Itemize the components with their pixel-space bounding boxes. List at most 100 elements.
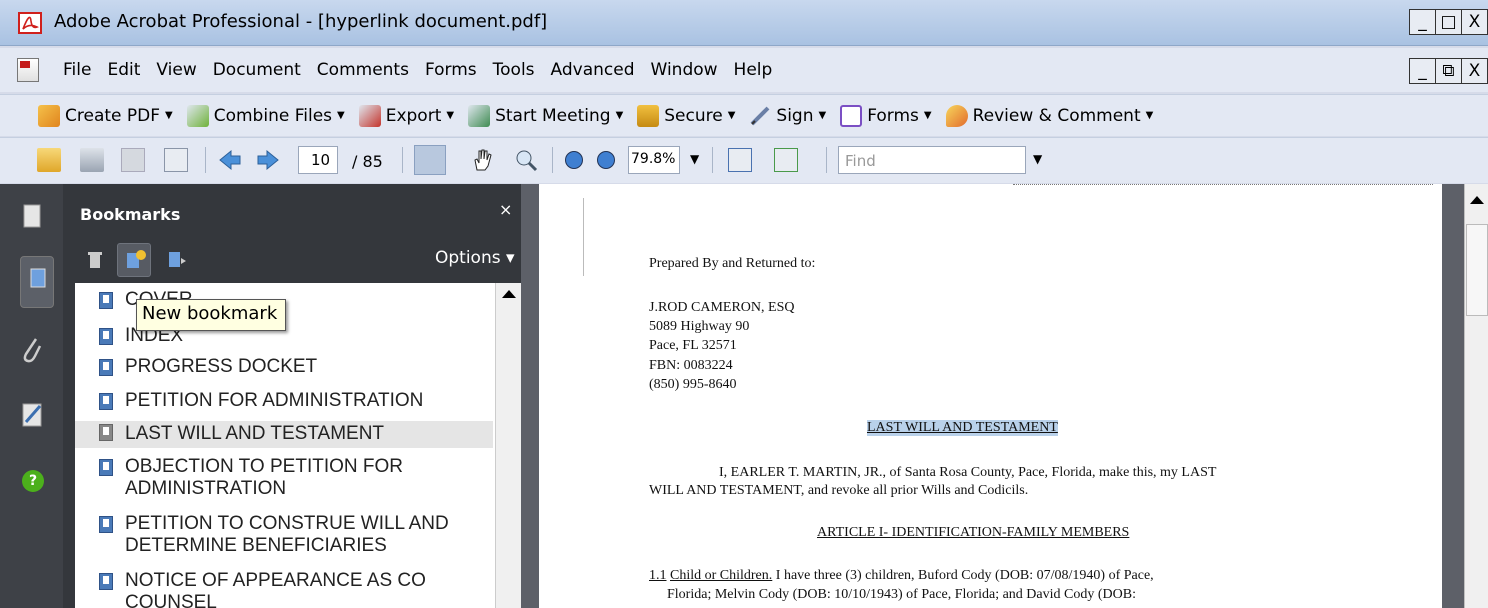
window-title: Adobe Acrobat Professional - [hyperlink … xyxy=(54,11,548,32)
delete-bookmark-icon[interactable] xyxy=(85,250,105,270)
menu-comments[interactable]: Comments xyxy=(317,60,409,80)
bookmarks-panel: Bookmarks × Options ▾ COVER INDEX PROGRE… xyxy=(63,184,521,608)
zoom-marquee-icon[interactable] xyxy=(514,148,538,172)
help-icon[interactable]: ? xyxy=(22,470,44,492)
bookmark-label: NOTICE OF APPEARANCE AS CO xyxy=(125,570,426,591)
bookmark-item[interactable]: NOTICE OF APPEARANCE AS CO COUNSEL xyxy=(75,570,493,608)
export-button[interactable]: Export ▼ xyxy=(358,104,454,127)
next-page-icon[interactable] xyxy=(256,148,280,172)
doc-restore-button[interactable]: ⧉ xyxy=(1435,58,1462,84)
main-toolbar: 10 / 85 79.8% ▼ Find ▼ xyxy=(0,137,1488,183)
bookmark-icon xyxy=(99,328,113,345)
bookmarks-rail-icon[interactable] xyxy=(20,256,54,308)
menu-edit[interactable]: Edit xyxy=(107,60,140,80)
menu-tools[interactable]: Tools xyxy=(493,60,535,80)
document-view: Prepared By and Returned to: J.ROD CAMER… xyxy=(521,184,1464,608)
bookmark-item[interactable]: PETITION FOR ADMINISTRATION xyxy=(75,390,493,412)
document-scrollbar[interactable] xyxy=(1464,184,1488,608)
tasks-toolbar: Create PDF ▼ Combine Files ▼ Export ▼ Start… xyxy=(0,94,1488,136)
menu-window[interactable]: Window xyxy=(651,60,718,80)
options-menu[interactable]: Options ▾ xyxy=(435,248,515,268)
previous-page-icon[interactable] xyxy=(218,148,242,172)
hand-tool-icon[interactable] xyxy=(470,148,494,172)
print-icon[interactable] xyxy=(80,148,104,172)
review-comment-button[interactable]: Review & Comment ▼ xyxy=(945,104,1153,127)
secure-label: Secure xyxy=(664,105,723,126)
zoom-in-icon[interactable] xyxy=(597,151,615,169)
menu-file[interactable]: File xyxy=(63,60,91,80)
scroll-up-arrow-icon[interactable] xyxy=(502,290,516,298)
scroll-up-arrow-icon[interactable] xyxy=(1470,196,1484,204)
menu-view[interactable]: View xyxy=(156,60,196,80)
attachments-icon[interactable] xyxy=(18,334,46,366)
new-bookmark-button[interactable] xyxy=(117,243,151,277)
doc-minimize-button[interactable]: _ xyxy=(1409,58,1436,84)
forms-label: Forms xyxy=(867,105,919,126)
document-icon[interactable] xyxy=(17,58,39,82)
menu-forms[interactable]: Forms xyxy=(425,60,477,80)
menu-advanced[interactable]: Advanced xyxy=(551,60,635,80)
forms-button[interactable]: Forms ▼ xyxy=(840,104,932,127)
title-bar: Adobe Acrobat Professional - [hyperlink … xyxy=(0,0,1488,46)
bookmark-item[interactable]: PROGRESS DOCKET xyxy=(75,356,493,378)
bookmark-icon xyxy=(99,424,113,441)
fit-width-icon[interactable] xyxy=(728,148,752,172)
review-comment-label: Review & Comment xyxy=(972,105,1141,126)
address-line-2: Pace, FL 32571 xyxy=(649,338,737,353)
fit-page-icon[interactable] xyxy=(774,148,798,172)
doc-close-button[interactable]: X xyxy=(1461,58,1488,84)
minimize-button[interactable]: _ xyxy=(1409,9,1436,35)
bookmark-icon xyxy=(99,393,113,410)
section-number: 1.1 xyxy=(649,568,667,583)
document-heading: LAST WILL AND TESTAMENT xyxy=(867,420,1058,436)
find-dropdown-icon[interactable]: ▼ xyxy=(1033,152,1042,180)
bookmark-label: PETITION FOR ADMINISTRATION xyxy=(125,390,424,411)
zoom-level-input[interactable]: 79.8% xyxy=(628,146,680,174)
bookmark-item[interactable]: OBJECTION TO PETITION FOR ADMINISTRATION xyxy=(75,456,493,500)
open-folder-icon[interactable] xyxy=(37,148,61,172)
sign-button[interactable]: Sign ▼ xyxy=(749,105,826,127)
acrobat-logo-icon xyxy=(18,12,42,34)
bookmark-icon xyxy=(99,292,113,309)
paragraph-line: WILL AND TESTAMENT, and revoke all prior… xyxy=(649,483,1029,498)
create-pdf-button[interactable]: Create PDF ▼ xyxy=(38,104,173,127)
start-meeting-button[interactable]: Start Meeting ▼ xyxy=(468,104,623,127)
secure-button[interactable]: Secure ▼ xyxy=(637,104,735,127)
select-tool-icon[interactable] xyxy=(414,145,446,175)
navigation-rail: ? xyxy=(0,184,63,608)
article-heading: ARTICLE I- IDENTIFICATION-FAMILY MEMBERS xyxy=(817,525,1130,540)
page-number-input[interactable]: 10 xyxy=(298,146,338,174)
fbn-text: FBN: 0083224 xyxy=(649,358,733,373)
signatures-icon[interactable] xyxy=(18,398,46,430)
find-input[interactable]: Find xyxy=(838,146,1026,174)
section-title: Child or Children. xyxy=(670,568,773,583)
zoom-dropdown-icon[interactable]: ▼ xyxy=(690,152,699,180)
expand-bookmark-icon[interactable] xyxy=(167,250,187,270)
pdf-page: Prepared By and Returned to: J.ROD CAMER… xyxy=(539,184,1442,608)
bookmark-label: LAST WILL AND TESTAMENT xyxy=(125,423,385,444)
review-comment-icon xyxy=(945,104,968,127)
menu-document[interactable]: Document xyxy=(213,60,301,80)
bookmark-icon xyxy=(99,459,113,476)
lock-icon xyxy=(637,104,660,127)
pages-icon[interactable] xyxy=(18,202,46,234)
bookmark-item[interactable]: PETITION TO CONSTRUE WILL AND DETERMINE … xyxy=(75,513,493,557)
save-icon[interactable] xyxy=(121,148,145,172)
menu-help[interactable]: Help xyxy=(734,60,773,80)
bookmark-item-selected[interactable]: LAST WILL AND TESTAMENT xyxy=(75,421,493,448)
bookmark-scrollbar[interactable] xyxy=(495,283,521,608)
maximize-button[interactable]: □ xyxy=(1435,9,1462,35)
close-panel-button[interactable]: × xyxy=(499,200,512,219)
close-button[interactable]: X xyxy=(1461,9,1488,35)
menu-bar: File Edit View Document Comments Forms T… xyxy=(0,48,1488,92)
forms-icon xyxy=(840,104,863,127)
bookmark-label: PROGRESS DOCKET xyxy=(125,356,318,377)
bookmark-icon xyxy=(99,516,113,533)
scroll-thumb[interactable] xyxy=(1466,224,1488,316)
combine-files-button[interactable]: Combine Files ▼ xyxy=(186,104,345,127)
zoom-out-icon[interactable] xyxy=(565,151,583,169)
attorney-name: J.ROD CAMERON, ESQ xyxy=(649,300,795,315)
create-pdf-label: Create PDF xyxy=(65,105,161,126)
section-line: Florida; Melvin Cody (DOB: 10/10/1943) o… xyxy=(667,587,1136,602)
email-icon[interactable] xyxy=(164,148,188,172)
